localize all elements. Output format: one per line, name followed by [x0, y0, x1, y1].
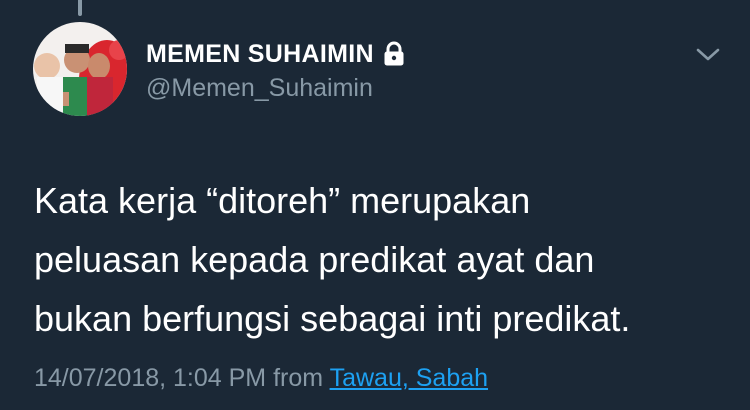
profile-photo-icon [33, 22, 127, 116]
user-handle[interactable]: @Memen_Suhaimin [146, 74, 373, 103]
display-name[interactable]: MEMEN SUHAIMIN [146, 40, 374, 69]
tweet-timestamp[interactable]: 14/07/2018, 1:04 PM [34, 364, 266, 392]
thread-connector-line [78, 0, 82, 16]
tweet-text-line: Kata kerja “ditoreh” merupakan [34, 180, 531, 221]
from-label: from [273, 364, 324, 392]
tweet-meta: 14/07/2018, 1:04 PM from Tawau, Sabah [34, 364, 488, 393]
chevron-down-icon[interactable] [694, 44, 722, 64]
tweet-text-line: bukan berfungsi sebagai inti predikat. [34, 298, 631, 339]
avatar[interactable] [33, 22, 127, 116]
tweet-text: Kata kerja “ditoreh” merupakan peluasan … [34, 171, 734, 348]
display-name-row: MEMEN SUHAIMIN [146, 38, 405, 70]
location-link[interactable]: Tawau, Sabah [330, 364, 488, 392]
lock-icon [383, 41, 405, 67]
tweet-text-line: peluasan kepada predikat ayat dan [34, 239, 595, 280]
